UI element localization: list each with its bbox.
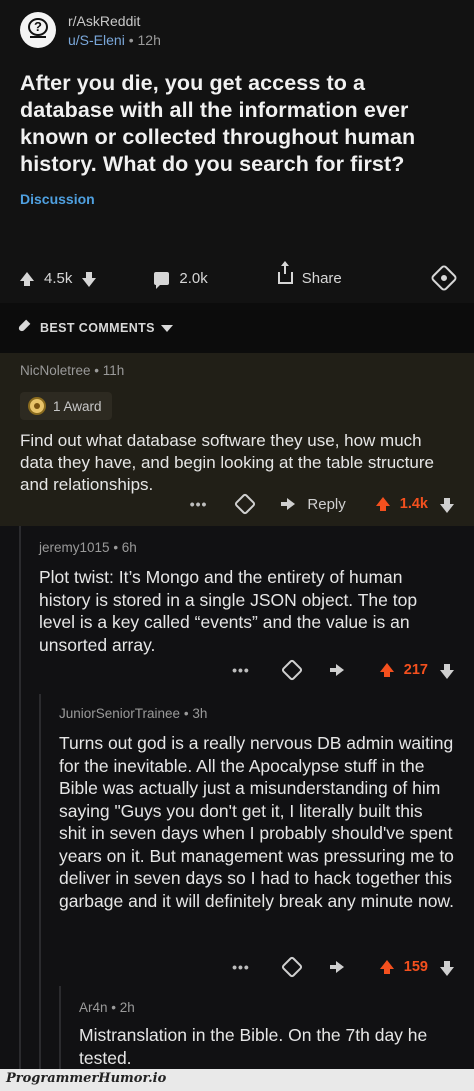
- comment-body: Plot twist: It’s Mongo and the entirety …: [39, 567, 418, 655]
- thread-line: [39, 694, 41, 1091]
- flair-badge[interactable]: Discussion: [20, 191, 95, 207]
- award-icon[interactable]: [429, 263, 459, 293]
- downvote-icon[interactable]: [440, 663, 454, 679]
- award-icon[interactable]: [234, 492, 257, 516]
- upvote-icon[interactable]: [20, 271, 34, 286]
- subreddit-avatar[interactable]: ?: [20, 12, 56, 48]
- award-icon[interactable]: [280, 955, 304, 979]
- comment-score: 159: [403, 959, 428, 975]
- more-options-icon[interactable]: •••: [190, 496, 208, 512]
- comment-author[interactable]: jeremy1015: [39, 540, 110, 555]
- sort-selector[interactable]: BEST COMMENTS: [0, 303, 474, 353]
- medal-icon: [28, 397, 46, 415]
- thread-line: [19, 526, 21, 1091]
- comment-body: Turns out god is a really nervous DB adm…: [59, 733, 454, 911]
- rocket-icon: [16, 321, 30, 335]
- comment-action-bar: ••• 217: [232, 657, 454, 683]
- downvote-icon[interactable]: [440, 960, 454, 976]
- comment-icon: [154, 271, 170, 289]
- upvote-icon[interactable]: [379, 662, 394, 677]
- upvote-icon[interactable]: [375, 496, 390, 511]
- watermark: ProgrammerHumor.io: [0, 1069, 474, 1091]
- reply-icon[interactable]: [287, 498, 296, 510]
- more-options-icon[interactable]: •••: [232, 662, 250, 678]
- comment-author[interactable]: Ar4n: [79, 1000, 108, 1015]
- comment-body: Mistranslation in the Bible. On the 7th …: [79, 1025, 428, 1068]
- sort-label: BEST COMMENTS: [40, 321, 155, 335]
- post-time: 12h: [137, 31, 161, 48]
- post-title[interactable]: After you die, you get access to a datab…: [20, 70, 454, 178]
- chevron-down-icon: [160, 324, 173, 332]
- reply-button[interactable]: Reply: [307, 496, 345, 513]
- post-action-bar: 4.5k 2.0k Share: [0, 258, 474, 298]
- post-header: ? r/AskReddit u/S-Eleni • 12h: [20, 8, 454, 52]
- post-author[interactable]: u/S-Eleni: [68, 32, 125, 48]
- comment-score: 217: [403, 662, 428, 678]
- post-card: ? r/AskReddit u/S-Eleni • 12h After you …: [0, 0, 474, 303]
- more-options-icon[interactable]: •••: [232, 959, 250, 975]
- share-button[interactable]: Share: [277, 261, 342, 287]
- reply-thread: jeremy1015 • 6h Plot twist: It’s Mongo a…: [0, 526, 474, 1091]
- comment-score: 1.4k: [399, 496, 428, 512]
- award-badge[interactable]: 1 Award: [20, 392, 112, 420]
- comment-time: 6h: [121, 540, 137, 555]
- comment-author[interactable]: JuniorSeniorTrainee: [59, 706, 180, 721]
- reply-icon[interactable]: [335, 664, 344, 676]
- downvote-icon[interactable]: [440, 497, 454, 513]
- question-mark-icon: ?: [28, 18, 48, 36]
- comment-author[interactable]: NicNoletree: [20, 363, 91, 378]
- share-icon: [277, 261, 293, 284]
- comment-top: NicNoletree • 11h 1 Award Find out what …: [0, 353, 474, 526]
- reply-icon[interactable]: [335, 961, 344, 973]
- comments-button[interactable]: 2.0k: [154, 269, 208, 289]
- award-icon[interactable]: [280, 658, 304, 682]
- comment-time: 11h: [102, 363, 125, 378]
- comment-action-bar: ••• Reply 1.4k: [190, 491, 454, 517]
- comment-body: Find out what database software they use…: [20, 431, 434, 494]
- comment-time: 3h: [192, 706, 208, 721]
- award-label: 1 Award: [53, 398, 102, 414]
- share-label: Share: [301, 269, 342, 287]
- post-score: 4.5k: [44, 269, 73, 287]
- comment-count: 2.0k: [179, 269, 208, 287]
- upvote-icon[interactable]: [379, 959, 394, 974]
- subreddit-name[interactable]: r/AskReddit: [68, 13, 161, 29]
- comment-time: 2h: [119, 1000, 135, 1015]
- downvote-icon[interactable]: [82, 271, 97, 287]
- comment-action-bar: ••• 159: [232, 954, 454, 980]
